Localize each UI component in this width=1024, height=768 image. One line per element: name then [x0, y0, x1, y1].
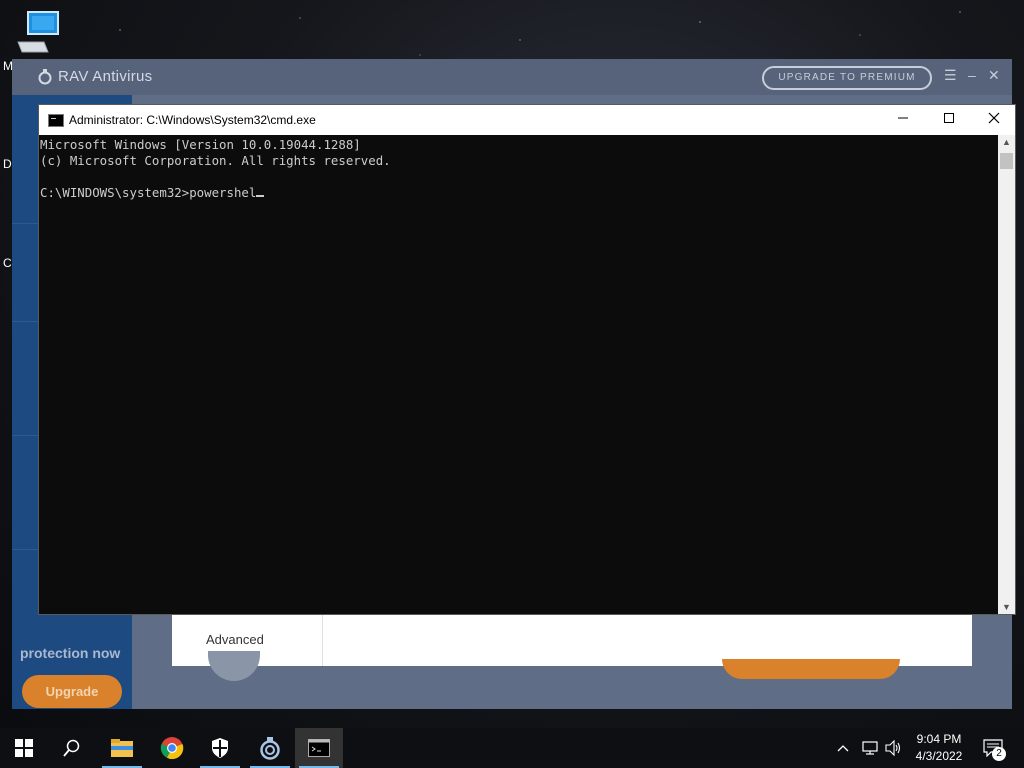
minimize-icon: [898, 117, 908, 119]
protection-now-text: protection now: [20, 645, 121, 661]
folder-icon: [111, 739, 133, 757]
console-command-text: C:\WINDOWS\system32>powershel: [40, 185, 257, 200]
cmd-icon: [308, 739, 330, 757]
system-clock[interactable]: 9:04 PM 4/3/2022: [904, 731, 974, 765]
advanced-tab-label: Advanced: [206, 632, 264, 647]
cmd-console-output[interactable]: Microsoft Windows [Version 10.0.19044.12…: [39, 135, 999, 614]
desktop-icon-label-fragment: C: [3, 256, 12, 270]
console-line: Microsoft Windows [Version 10.0.19044.12…: [40, 137, 361, 152]
clock-date: 4/3/2022: [915, 749, 963, 763]
chrome-taskbar-button[interactable]: [148, 728, 196, 768]
this-pc-desktop-icon[interactable]: [14, 8, 64, 58]
shield-icon: [212, 738, 228, 758]
volume-button[interactable]: [885, 728, 903, 768]
windows-logo-icon: [15, 739, 33, 757]
chrome-icon: [160, 737, 184, 760]
scroll-up-icon[interactable]: ▲: [998, 137, 1015, 147]
minimize-icon[interactable]: –: [968, 67, 976, 83]
rav-antivirus-icon: [260, 737, 280, 760]
taskbar: 9:04 PM 4/3/2022 2: [0, 728, 1024, 768]
desktop-icon-label-fragment: D: [3, 157, 12, 171]
clock-time: 9:04 PM: [916, 732, 962, 746]
close-button[interactable]: [971, 105, 1017, 135]
close-icon: [988, 112, 1000, 124]
upgrade-button[interactable]: Upgrade: [22, 675, 122, 708]
cmd-taskbar-button[interactable]: [295, 728, 343, 768]
rav-action-button[interactable]: [722, 659, 900, 679]
rav-logo-icon: [38, 68, 52, 84]
close-icon[interactable]: ✕: [988, 67, 1000, 84]
text-cursor: [256, 195, 265, 197]
start-button[interactable]: [0, 728, 48, 768]
show-hidden-icons-button[interactable]: [836, 728, 850, 768]
scrollbar-thumb[interactable]: [1000, 153, 1013, 169]
maximize-icon: [944, 113, 954, 123]
scroll-down-icon[interactable]: ▼: [998, 602, 1015, 612]
file-explorer-taskbar-button[interactable]: [98, 728, 146, 768]
notification-count-badge: 2: [992, 747, 1006, 761]
chevron-up-icon: [837, 745, 849, 752]
cmd-app-icon: [48, 114, 64, 127]
menu-icon[interactable]: ☰: [944, 67, 957, 84]
rav-antivirus-taskbar-button[interactable]: [246, 728, 294, 768]
search-button[interactable]: [48, 728, 96, 768]
rav-logo: RAV Antivirus: [38, 68, 153, 85]
console-line: (c) Microsoft Corporation. All rights re…: [40, 153, 391, 168]
speaker-icon: [885, 740, 901, 756]
cmd-window: Administrator: C:\Windows\System32\cmd.e…: [38, 104, 1016, 615]
cmd-titlebar[interactable]: Administrator: C:\Windows\System32\cmd.e…: [39, 105, 1015, 135]
rav-logo-text: RAV Antivirus: [58, 68, 153, 85]
maximize-button[interactable]: [926, 105, 972, 135]
minimize-button[interactable]: [880, 105, 926, 135]
search-icon: [63, 739, 80, 757]
rav-titlebar: RAV Antivirus UPGRADE TO PREMIUM ☰ – ✕: [12, 59, 1012, 95]
cmd-scrollbar[interactable]: ▲ ▼: [998, 135, 1015, 614]
rav-scroll-indicator: [208, 651, 260, 681]
console-prompt-line: C:\WINDOWS\system32>powershel: [40, 185, 999, 201]
cmd-window-title: Administrator: C:\Windows\System32\cmd.e…: [69, 113, 316, 127]
upgrade-to-premium-button[interactable]: UPGRADE TO PREMIUM: [762, 66, 932, 90]
network-icon: [862, 741, 878, 755]
windows-security-taskbar-button[interactable]: [196, 728, 244, 768]
network-button[interactable]: [862, 728, 880, 768]
